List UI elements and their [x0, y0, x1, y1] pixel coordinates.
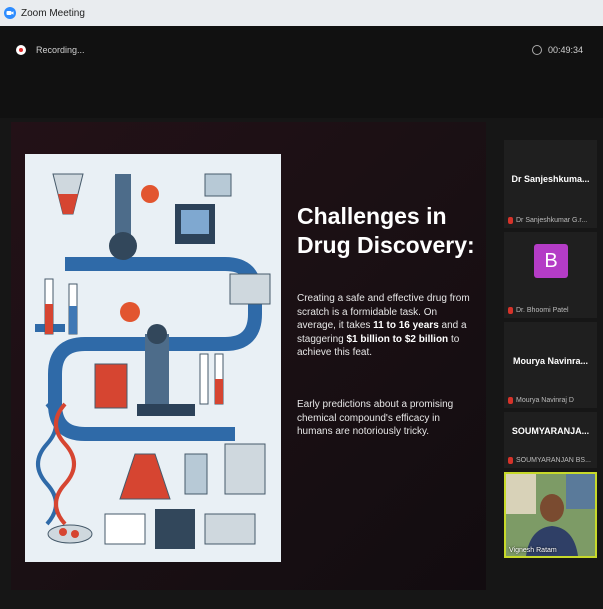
clock-icon	[531, 45, 542, 55]
participant-display-name: Dr Sanjeshkuma...	[511, 174, 590, 184]
participant-name-label: Dr. Bhoomi Patel	[508, 307, 569, 314]
participant-name-label: SOUMYARANJAN BS...	[508, 457, 591, 464]
para1-bold-years: 11 to 16 years	[373, 320, 439, 331]
participant-name: Mourya Navinraj D	[516, 397, 574, 404]
title-bar: Zoom Meeting	[0, 0, 603, 27]
participant-name: SOUMYARANJAN BS...	[516, 457, 591, 464]
recording-label: Recording...	[36, 45, 85, 55]
heading-line-2: Drug Discovery:	[297, 232, 475, 258]
webcam-feed	[506, 474, 595, 556]
slide-heading: Challenges in Drug Discovery:	[297, 202, 477, 260]
muted-mic-icon	[508, 397, 513, 404]
participants-panel: Dr Sanjeshkuma... Dr Sanjeshkumar G.r...…	[500, 122, 603, 609]
participant-tile[interactable]: B Dr. Bhoomi Patel	[504, 232, 597, 318]
para1-bold-cost: $1 billion to $2 billion	[346, 333, 449, 345]
shared-slide: Challenges in Drug Discovery: Creating a…	[11, 122, 486, 590]
slide-paragraph-1: Creating a safe and effective drug from …	[297, 292, 477, 360]
meeting-stage: Challenges in Drug Discovery: Creating a…	[0, 118, 603, 609]
record-icon	[16, 45, 26, 55]
muted-mic-icon	[508, 307, 513, 314]
participant-name: Vignesh Ratam	[509, 547, 557, 554]
participant-tile[interactable]: Mourya Navinra... Mourya Navinraj D	[504, 322, 597, 408]
participant-name-label: Dr Sanjeshkumar G.r...	[508, 217, 587, 224]
participant-display-name: SOUMYARANJA...	[511, 426, 590, 436]
heading-line-1: Challenges in	[297, 203, 447, 229]
active-speaker-video[interactable]: Vignesh Ratam	[504, 472, 597, 558]
slide-paragraph-2: Early predictions about a promising chem…	[297, 399, 454, 437]
participant-tile[interactable]: Dr Sanjeshkuma... Dr Sanjeshkumar G.r...	[504, 140, 597, 228]
meeting-timer: 00:49:34	[531, 45, 583, 55]
participant-name: Dr. Bhoomi Patel	[516, 307, 569, 314]
participant-tile[interactable]: SOUMYARANJA... SOUMYARANJAN BS...	[504, 412, 597, 468]
muted-mic-icon	[508, 457, 513, 464]
avatar: B	[534, 244, 568, 278]
lab-illustration	[25, 154, 281, 562]
window-title: Zoom Meeting	[21, 7, 85, 19]
participant-display-name: Mourya Navinra...	[512, 356, 589, 366]
timer-value: 00:49:34	[547, 45, 583, 55]
participant-name-label: Mourya Navinraj D	[508, 397, 574, 404]
zoom-app-icon	[4, 7, 16, 19]
meeting-top-bar: Recording... 00:49:34	[0, 26, 603, 118]
recording-indicator[interactable]: Recording...	[16, 45, 85, 55]
muted-mic-icon	[508, 217, 513, 224]
participant-name: Dr Sanjeshkumar G.r...	[516, 217, 588, 224]
